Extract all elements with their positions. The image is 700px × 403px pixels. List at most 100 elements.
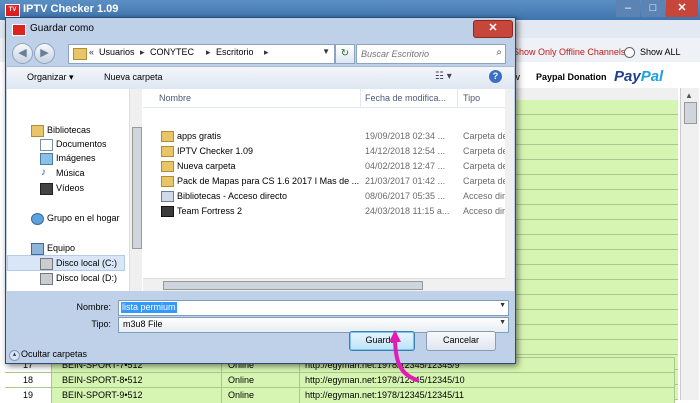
- forward-arrow-icon[interactable]: ▶: [34, 43, 55, 64]
- file-type: Carpeta de a: [463, 146, 505, 156]
- videos-icon: [40, 183, 53, 195]
- nav-item-disco-d[interactable]: Disco local (D:): [7, 271, 125, 285]
- shortcut-icon: [161, 191, 174, 202]
- list-item[interactable]: Pack de Mapas para CS 1.6 2017 I Mas de …: [143, 174, 505, 188]
- chevron-right-icon[interactable]: ▸: [140, 47, 145, 58]
- table-row[interactable]: 18 BEIN-SPORT-8•512 Online http://egyman…: [5, 372, 675, 388]
- column-header-type[interactable]: Tipo: [463, 93, 480, 103]
- column-divider[interactable]: [360, 89, 361, 107]
- row-number: 18: [5, 373, 52, 388]
- file-type: Carpeta de a: [463, 131, 505, 141]
- nav-item-label: Equipo: [47, 243, 76, 253]
- nav-item-videos[interactable]: Vídeos: [7, 181, 125, 195]
- column-header-date[interactable]: Fecha de modifica...: [365, 93, 446, 103]
- file-date: 14/12/2018 12:54 ...: [365, 146, 446, 156]
- minimize-button[interactable]: –: [616, 0, 640, 17]
- channel-url: http://egyman.net:1978/12345/12345/11: [300, 388, 675, 403]
- search-input[interactable]: [359, 46, 483, 62]
- breadcrumb-usuarios[interactable]: Usuarios: [99, 47, 135, 57]
- grid-scrollbar[interactable]: ▲: [680, 88, 699, 400]
- scroll-thumb[interactable]: [163, 281, 423, 290]
- pictures-icon: [40, 153, 53, 165]
- list-item[interactable]: Bibliotecas - Acceso directo 08/06/2017 …: [143, 189, 505, 203]
- file-list-vscrollbar[interactable]: [505, 89, 514, 291]
- nav-item-disco-c[interactable]: Disco local (C:): [7, 255, 125, 271]
- show-all-label[interactable]: Show ALL: [640, 47, 681, 57]
- view-options-icon[interactable]: ☷ ▾: [435, 71, 452, 82]
- chevron-right-icon[interactable]: ▸: [264, 47, 269, 58]
- list-item[interactable]: IPTV Checker 1.09 14/12/2018 12:54 ... C…: [143, 144, 505, 158]
- nav-item-label: Imágenes: [56, 153, 96, 163]
- column-header-name[interactable]: Nombre: [159, 93, 191, 103]
- nav-item-label: Grupo en el hogar: [47, 213, 120, 223]
- disk-icon: [40, 273, 53, 285]
- breadcrumb-overflow[interactable]: «: [89, 47, 94, 57]
- list-item[interactable]: apps gratis 19/09/2018 02:34 ... Carpeta…: [143, 129, 505, 143]
- cancel-button[interactable]: Cancelar: [426, 331, 496, 351]
- paypal-logo[interactable]: PayPal: [614, 68, 663, 85]
- dialog-close-button[interactable]: ✕: [473, 20, 513, 38]
- search-box[interactable]: ⌕: [356, 44, 506, 64]
- breadcrumb-escritorio[interactable]: Escritorio: [216, 47, 254, 57]
- folder-icon: [161, 131, 174, 142]
- folder-icon: [161, 176, 174, 187]
- file-date: 24/03/2018 11:15 a...: [365, 206, 450, 216]
- game-icon: [161, 206, 174, 217]
- show-offline-label: Show Only Offline Channels: [513, 47, 626, 57]
- nav-item-imagenes[interactable]: Imágenes: [7, 151, 125, 165]
- list-item[interactable]: Nueva carpeta 04/02/2018 12:47 ... Carpe…: [143, 159, 505, 173]
- dialog-titlebar[interactable]: Guardar como ✕: [6, 18, 515, 40]
- scroll-thumb[interactable]: [684, 102, 697, 124]
- table-row[interactable]: 19 BEIN-SPORT-9•512 Online http://egyman…: [5, 387, 675, 403]
- list-item[interactable]: Team Fortress 2 24/03/2018 11:15 a... Ac…: [143, 204, 505, 218]
- file-type: Acceso direct: [463, 191, 505, 201]
- save-as-dialog: Guardar como ✕ ◀ ▶ « Usuarios ▸ CONYTEC …: [5, 17, 516, 364]
- library-icon: [31, 125, 44, 137]
- command-bar: Organizar ▾ Nueva carpeta ☷ ▾ ?: [7, 66, 514, 90]
- file-list: Nombre Fecha de modifica... Tipo apps gr…: [143, 89, 505, 291]
- channel-status: Online: [222, 388, 300, 403]
- scroll-thumb[interactable]: [132, 127, 142, 249]
- chevron-down-icon[interactable]: ▼: [499, 319, 506, 326]
- back-arrow-icon[interactable]: ◀: [12, 43, 33, 64]
- organize-menu[interactable]: Organizar ▾: [27, 72, 74, 83]
- column-divider[interactable]: [457, 89, 458, 107]
- file-list-hscrollbar[interactable]: [143, 278, 505, 291]
- chevron-down-icon[interactable]: ▼: [499, 302, 506, 309]
- file-name: IPTV Checker 1.09: [177, 146, 254, 156]
- nav-item-label: Bibliotecas: [47, 125, 91, 135]
- chevron-up-icon[interactable]: ▲: [9, 350, 20, 361]
- nav-item-musica[interactable]: ♪ Música: [7, 166, 125, 180]
- help-icon[interactable]: ?: [489, 70, 502, 83]
- file-list-header: Nombre Fecha de modifica... Tipo: [143, 89, 505, 108]
- address-navbar: ◀ ▶ « Usuarios ▸ CONYTEC ▸ Escritorio ▸ …: [6, 40, 515, 66]
- nav-item-bibliotecas[interactable]: Bibliotecas: [7, 123, 125, 137]
- app-title: IPTV Checker 1.09: [23, 3, 119, 15]
- filename-value[interactable]: lista permium: [121, 302, 177, 313]
- show-offline-radio[interactable]: [624, 47, 635, 58]
- navigation-pane: Bibliotecas Documentos Imágenes ♪ Música…: [7, 89, 125, 291]
- chevron-right-icon[interactable]: ▸: [206, 47, 211, 58]
- hide-folders-toggle[interactable]: Ocultar carpetas: [21, 349, 87, 359]
- music-icon: ♪: [41, 167, 46, 178]
- channel-url: http://egyman.net:1978/12345/12345/10: [300, 373, 675, 388]
- chevron-down-icon[interactable]: ▼: [322, 47, 330, 56]
- maximize-button[interactable]: □: [641, 0, 665, 17]
- breadcrumb-conytec[interactable]: CONYTEC: [150, 47, 194, 57]
- scroll-up-icon[interactable]: ▲: [685, 91, 693, 100]
- close-button[interactable]: ✕: [666, 0, 698, 17]
- filename-field[interactable]: lista permium ▼: [118, 300, 509, 316]
- dialog-body: Bibliotecas Documentos Imágenes ♪ Música…: [7, 89, 514, 291]
- refresh-button[interactable]: ↻: [335, 44, 355, 64]
- filetype-value: m3u8 File: [123, 319, 163, 329]
- file-date: 19/09/2018 02:34 ...: [365, 131, 446, 141]
- nav-scrollbar[interactable]: [129, 89, 142, 291]
- nav-item-equipo[interactable]: Equipo: [7, 241, 125, 255]
- nav-item-grupo-hogar[interactable]: Grupo en el hogar: [7, 211, 129, 225]
- nav-item-documentos[interactable]: Documentos: [7, 137, 125, 151]
- breadcrumb[interactable]: « Usuarios ▸ CONYTEC ▸ Escritorio ▸ ▼: [68, 44, 335, 64]
- new-folder-button[interactable]: Nueva carpeta: [104, 72, 163, 82]
- nav-item-label: Disco local (C:): [56, 258, 118, 268]
- file-type: Carpeta de a: [463, 176, 505, 186]
- refresh-icon: ↻: [340, 48, 350, 59]
